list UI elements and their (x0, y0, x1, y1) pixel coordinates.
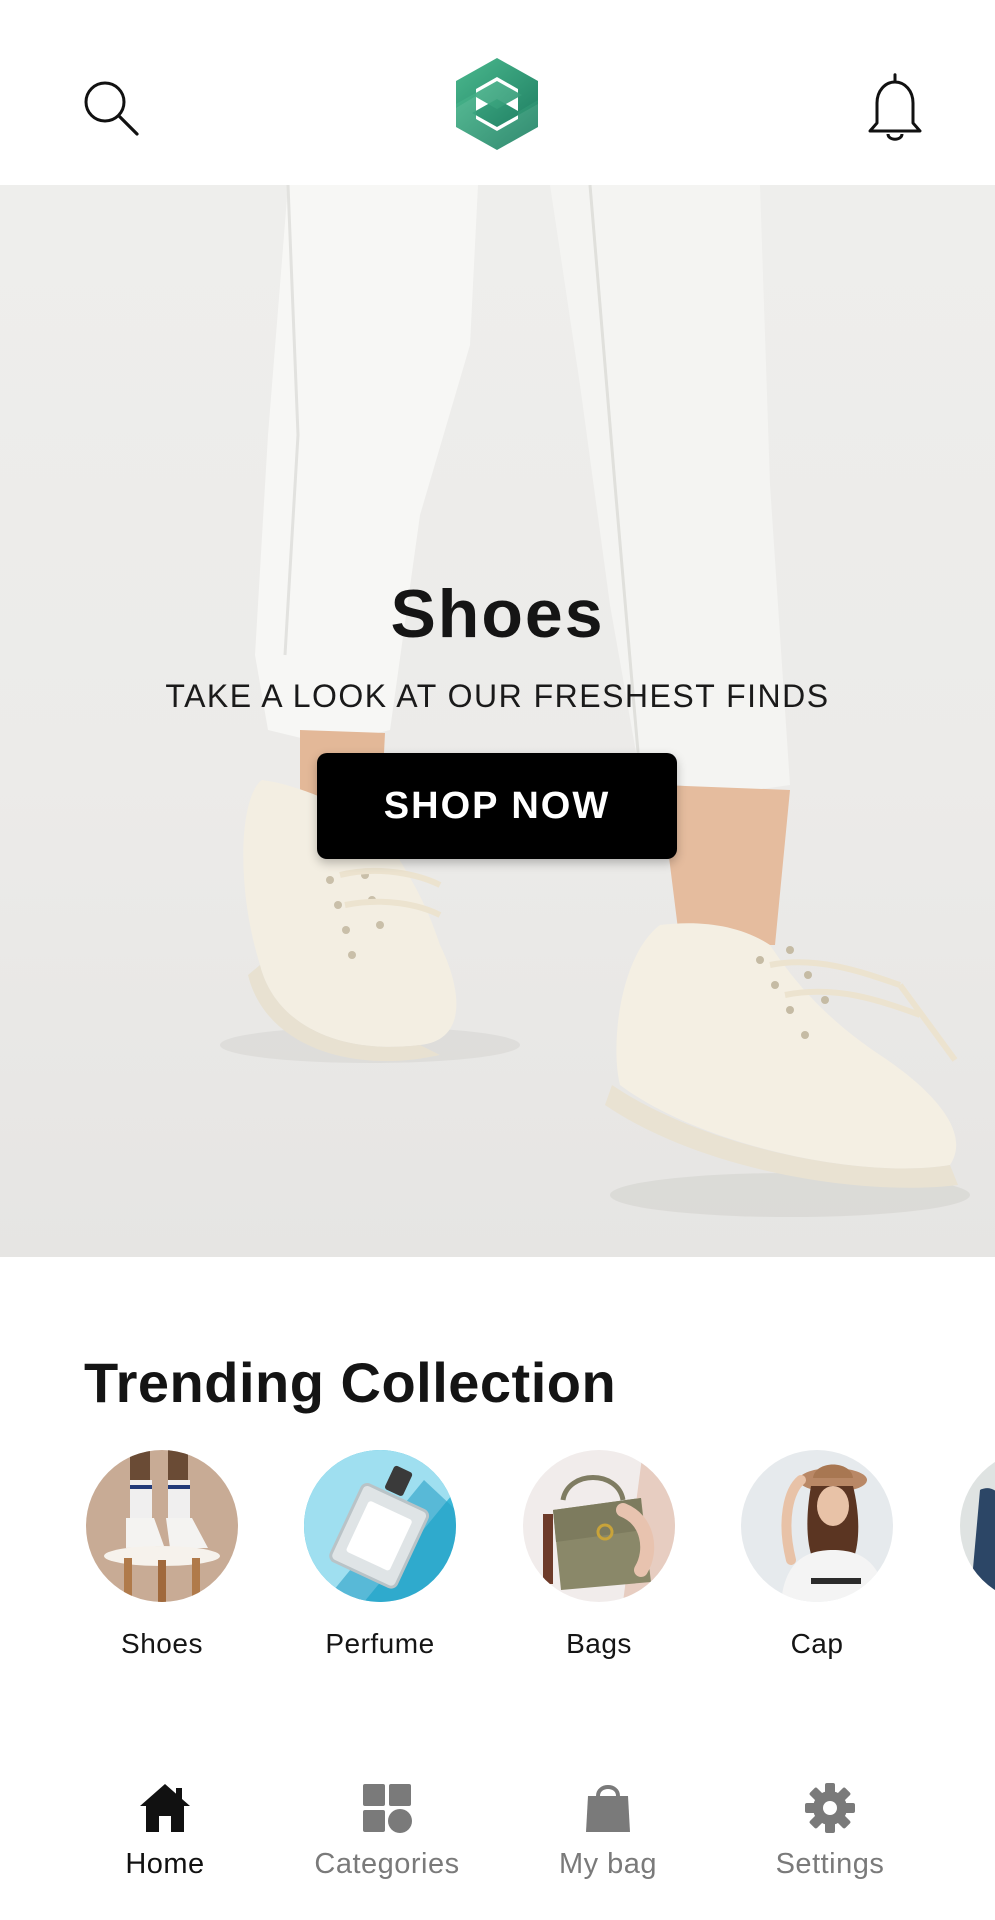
nav-my-bag[interactable]: My bag (523, 1770, 693, 1881)
trending-item-label: Cap (790, 1628, 844, 1659)
nav-label: Categories (314, 1848, 460, 1880)
nav-settings[interactable]: Settings (745, 1770, 915, 1881)
search-icon (84, 81, 139, 136)
nav-label: Settings (775, 1848, 885, 1880)
shopping-bag-icon (586, 1785, 630, 1832)
section-title: Trending Collection (84, 1351, 617, 1414)
trending-item-label: Bags (566, 1628, 632, 1659)
hero-subtitle: TAKE A LOOK AT OUR FRESHEST FINDS (165, 678, 830, 714)
nav-label: My bag (558, 1848, 658, 1880)
trending-item-label: Perfume (325, 1628, 435, 1659)
trending-item-bags[interactable]: Bags (519, 1450, 679, 1660)
cap-thumbnail (741, 1450, 893, 1602)
trending-carousel[interactable]: Shoes Perfume Bags Cap (0, 1450, 995, 1670)
nav-categories[interactable]: Categories (302, 1770, 472, 1881)
search-button[interactable] (76, 68, 146, 148)
nav-home[interactable]: Home (80, 1770, 250, 1881)
trending-item-partial[interactable] (956, 1450, 995, 1628)
trending-item-cap[interactable]: Cap (737, 1450, 897, 1660)
perfume-thumbnail (304, 1450, 456, 1602)
notifications-button[interactable] (860, 68, 930, 148)
grid-icon (363, 1784, 412, 1833)
partial-thumbnail (960, 1450, 995, 1602)
trending-item-shoes[interactable]: Shoes (82, 1450, 242, 1660)
bottom-navigation: Home Categories My bag Settings (0, 1740, 995, 1920)
hero-image (220, 185, 970, 1217)
hero-banner[interactable]: Shoes TAKE A LOOK AT OUR FRESHEST FINDS … (0, 185, 995, 1257)
trending-item-perfume[interactable]: Perfume (300, 1450, 460, 1660)
trending-item-label: Shoes (121, 1628, 203, 1659)
home-icon (140, 1784, 190, 1832)
top-app-bar (0, 0, 995, 185)
shop-now-button[interactable]: SHOP NOW (317, 753, 677, 859)
hero-title: Shoes (390, 576, 605, 652)
brand-logo-icon[interactable] (452, 56, 542, 152)
bags-thumbnail (523, 1450, 675, 1602)
gear-icon (805, 1783, 855, 1833)
shoes-thumbnail (86, 1450, 238, 1602)
nav-label: Home (125, 1848, 205, 1880)
bell-icon (868, 73, 922, 141)
